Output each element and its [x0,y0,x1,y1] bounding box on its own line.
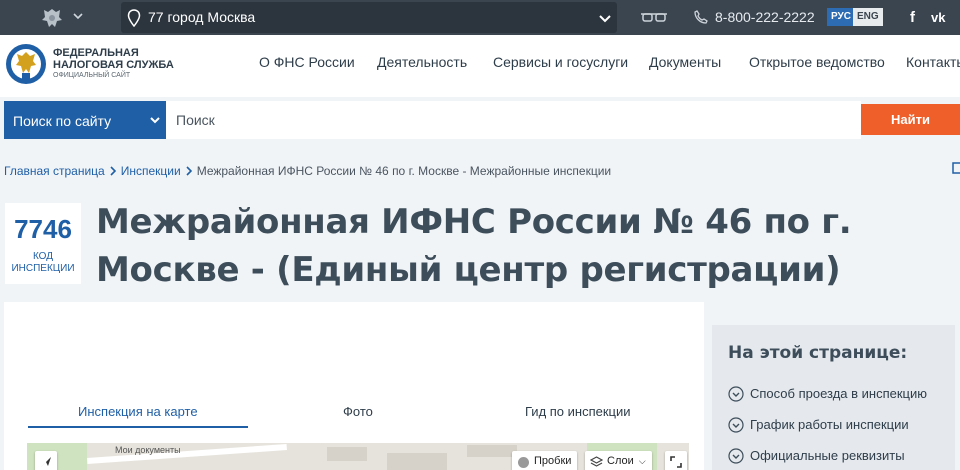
logo-subtitle: ОФИЦИАЛЬНЫЙ САЙТ [53,72,131,79]
on-this-page-sidebar: На этой странице: Способ проезда в инспе… [712,325,955,470]
chevron-right-icon [110,166,116,176]
phone-icon [694,10,708,24]
inspection-code: 7746 [14,214,72,244]
traffic-icon [518,457,529,468]
lang-ru-button[interactable]: РУС [827,8,855,26]
map-layers-button[interactable]: Слои ⌵ [585,451,652,470]
sidebar-item-schedule[interactable]: График работы инспекции [728,417,909,433]
tab-guide[interactable]: Гид по инспекции [525,404,631,419]
search-scope-select[interactable]: Поиск по сайту [4,101,166,139]
chevron-down-icon [150,117,160,124]
map-layers-label: Слои [607,455,634,467]
search-scope-label: Поиск по сайту [13,113,112,129]
region-label: 77 город Москва [148,9,256,25]
layers-icon [590,456,603,467]
map-traffic-button[interactable]: Пробки [512,451,578,470]
breadcrumb: Главная страница Инспекции Межрайонная ИФН… [4,164,611,178]
chevron-right-icon [186,166,192,176]
chevron-circle-icon [728,448,744,464]
page-title: Межрайонная ИФНС России № 46 по г. Москв… [96,202,852,290]
site-header: ФЕДЕРАЛЬНАЯ НАЛОГОВАЯ СЛУЖБА ОФИЦИАЛЬНЫЙ… [0,35,960,97]
chevron-down-icon [599,15,611,23]
map-traffic-label: Пробки [534,455,572,467]
map-fullscreen-button[interactable] [665,451,687,470]
vk-icon[interactable]: vk [931,10,945,25]
sidebar-heading: На этой странице: [728,343,908,363]
fullscreen-icon [670,456,682,468]
logo-title-line2: НАЛОГОВАЯ СЛУЖБА [53,59,174,71]
logo-title-line1: ФЕДЕРАЛЬНАЯ [53,47,139,59]
inspection-code-box: 7746 КОД ИНСПЕКЦИИ [5,203,81,284]
map-building [327,447,367,461]
search-input[interactable] [166,101,861,139]
hotline-phone[interactable]: 8-800-222-2222 [715,9,815,25]
map-building [387,453,447,470]
sidebar-item-label: Способ проезда в инспекцию [750,386,928,401]
chevron-circle-icon [728,386,744,402]
map-compass-button[interactable] [35,451,57,470]
chevron-down-icon[interactable] [72,10,84,22]
search-button[interactable]: Найти [861,104,960,135]
navigation-arrow-icon [41,457,51,467]
sidebar-item-directions[interactable]: Способ проезда в инспекцию [728,386,927,402]
tab-map[interactable]: Инспекция на карте [78,404,198,419]
emblem-icon[interactable] [40,7,64,29]
nav-item-documents[interactable]: Документы [649,54,721,70]
nav-item-services[interactable]: Сервисы и госуслуги [493,54,628,70]
sidebar-item-label: График работы инспекции [750,417,909,432]
nav-item-contacts[interactable]: Контакты [906,54,960,70]
region-selector[interactable]: 77 город Москва [121,2,617,33]
inspection-code-label-2: ИНСПЕКЦИИ [11,263,75,274]
chevron-down-icon: ⌵ [638,456,646,466]
fns-logo-icon[interactable] [5,42,47,86]
nav-item-activity[interactable]: Деятельность [377,54,467,70]
breadcrumb-inspections[interactable]: Инспекции [121,164,181,178]
accessibility-glasses-icon[interactable] [640,11,668,25]
sidebar-item-label: Официальные реквизиты [750,448,905,463]
lang-en-button[interactable]: ENG [853,8,883,26]
breadcrumb-home[interactable]: Главная страница [4,164,105,178]
nav-item-open-agency[interactable]: Открытое ведомство [749,54,885,70]
facebook-icon[interactable]: f [910,9,915,26]
top-bar: 77 город Москва 8-800-222-2222 РУС ENG f… [0,0,960,35]
sidebar-item-requisites[interactable]: Официальные реквизиты [728,448,905,464]
tab-photo[interactable]: Фото [343,404,373,419]
breadcrumb-current: Межрайонная ИФНС России № 46 по г. Москв… [196,164,612,178]
active-tab-indicator [28,426,248,428]
chevron-circle-icon [728,417,744,433]
map-widget[interactable]: Мои документы Пробки Слои ⌵ [27,443,689,470]
print-icon[interactable] [950,156,960,182]
location-pin-icon [127,9,141,27]
nav-item-about[interactable]: О ФНС России [259,54,355,70]
inspection-code-label: КОД [32,251,54,262]
map-poi-label: Мои документы [115,445,181,455]
map-building [467,445,517,457]
